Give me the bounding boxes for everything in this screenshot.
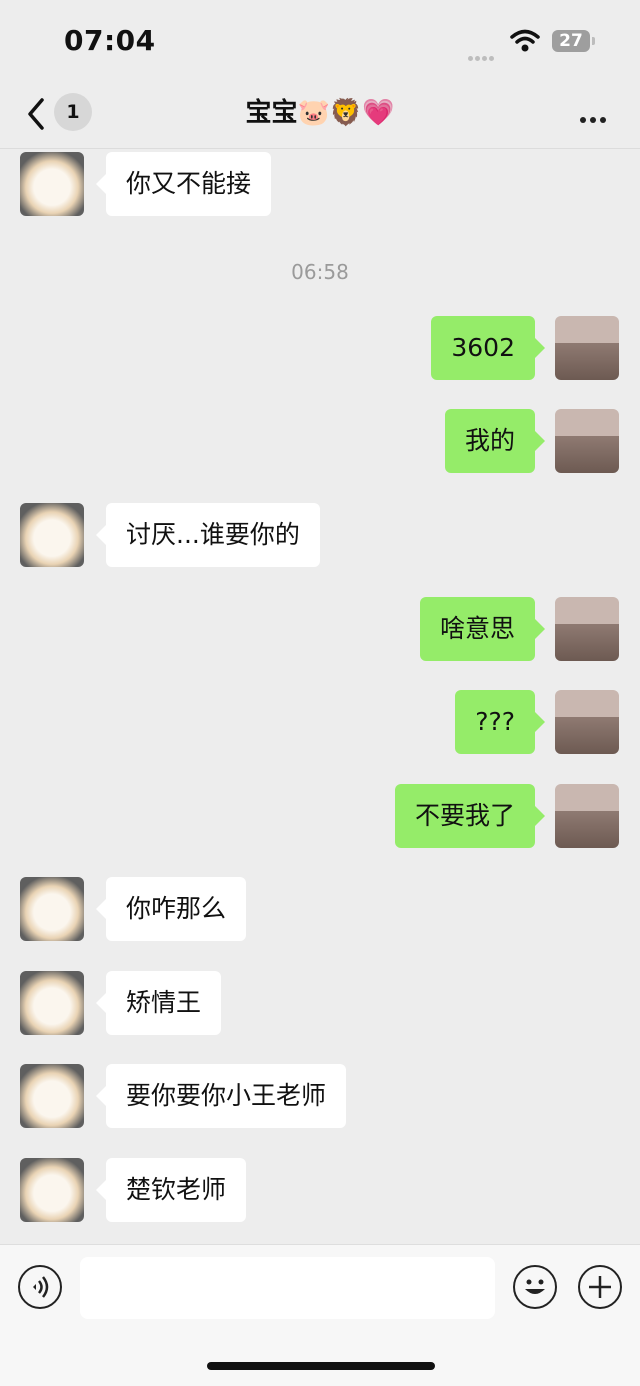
incoming-message[interactable]: 要你要你小王老师 [95,1064,347,1128]
chat-title: 宝宝🐷🦁💗 [245,98,395,128]
message-row: 楚钦老师 [0,1158,640,1222]
my-avatar[interactable] [555,409,619,473]
incoming-message[interactable]: 你又不能接 [95,152,272,216]
incoming-message[interactable]: 你咋那么 [95,877,247,941]
outgoing-message[interactable]: 我的 [444,409,546,473]
outgoing-message[interactable]: ??? [455,690,545,754]
contact-avatar[interactable] [20,503,84,567]
emoji-icon[interactable] [513,1265,557,1309]
incoming-message[interactable]: 讨厌...谁要你的 [96,503,320,567]
contact-avatar[interactable] [20,1064,84,1128]
voice-icon[interactable] [18,1265,62,1309]
my-avatar[interactable] [555,316,619,380]
incoming-message[interactable]: 楚钦老师 [95,1158,247,1222]
contact-avatar[interactable] [20,1158,84,1222]
message-row: 你咋那么 [0,877,640,941]
outgoing-message[interactable]: 啥意思 [419,597,546,661]
message-row: 要你要你小王老师 [0,1064,640,1128]
status-time: 07:04 [64,24,156,57]
message-row: ??? [0,690,640,754]
status-bar: 07:04 27 [0,0,640,90]
home-indicator[interactable] [207,1362,435,1370]
more-icon[interactable] [580,108,612,123]
cellular-signal-icon [468,46,502,61]
contact-avatar[interactable] [20,877,84,941]
message-row: 你又不能接 [0,152,640,216]
incoming-message[interactable]: 矫情王 [95,971,222,1035]
my-avatar[interactable] [555,597,619,661]
message-row: 3602 [0,316,640,380]
outgoing-message[interactable]: 3602 [431,316,545,380]
chat-header: 1 宝宝🐷🦁💗 [0,80,640,149]
contact-avatar[interactable] [20,971,84,1035]
plus-icon[interactable] [578,1265,622,1309]
battery-icon: 27 [552,30,595,52]
message-timestamp: 06:58 [291,260,349,284]
message-input[interactable] [80,1257,495,1319]
my-avatar[interactable] [555,690,619,754]
message-row: 矫情王 [0,971,640,1035]
outgoing-message[interactable]: 不要我了 [394,784,546,848]
message-row: 不要我了 [0,784,640,848]
my-avatar[interactable] [555,784,619,848]
message-row: 啥意思 [0,597,640,661]
wifi-icon [510,29,540,52]
message-row: 我的 [0,409,640,473]
contact-avatar[interactable] [20,152,84,216]
message-row: 讨厌...谁要你的 [0,503,640,567]
